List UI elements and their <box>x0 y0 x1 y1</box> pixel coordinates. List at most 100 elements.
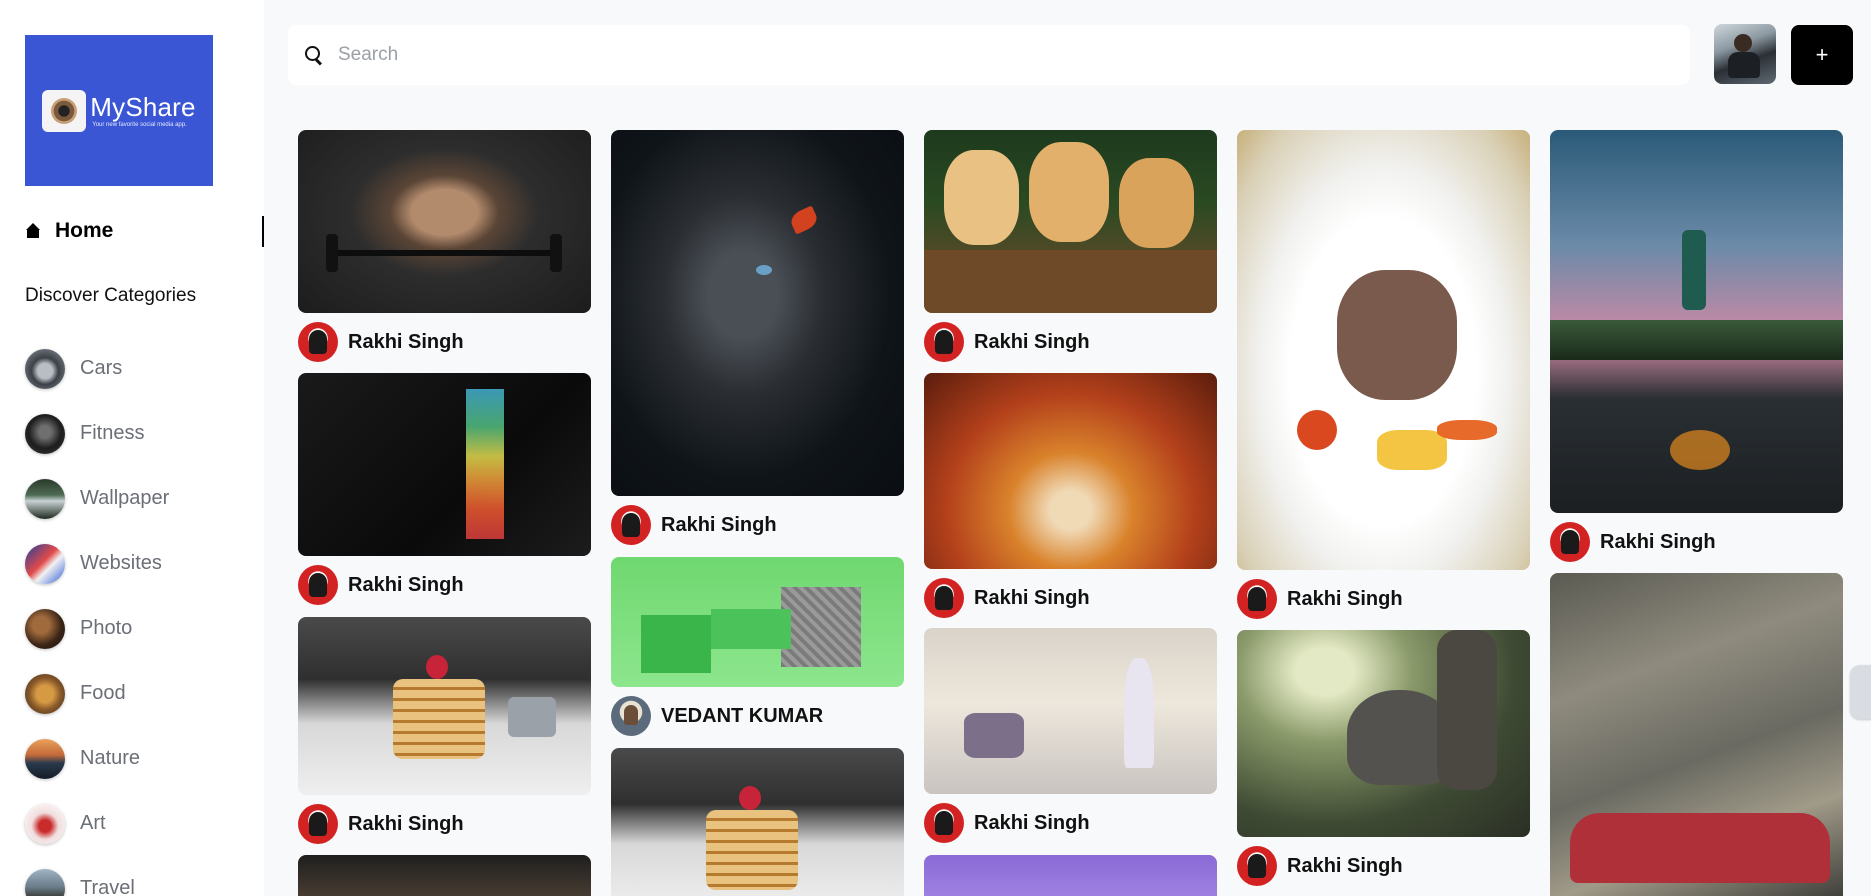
motivation-wallpaper-icon[interactable] <box>298 373 591 556</box>
3d-building-model-icon[interactable] <box>611 557 904 687</box>
pin-card[interactable]: Rakhi Singh <box>1237 630 1530 886</box>
category-item-websites[interactable]: Websites <box>25 531 169 596</box>
category-label: Nature <box>80 747 141 769</box>
puppies-photo-icon[interactable] <box>924 130 1217 313</box>
search-bar[interactable] <box>288 25 1690 85</box>
pin-author[interactable]: Rakhi Singh <box>611 505 904 545</box>
category-label: Websites <box>80 552 162 574</box>
category-label: Travel <box>80 877 135 896</box>
scroll-handle[interactable] <box>1850 665 1871 719</box>
category-label: Cars <box>80 357 123 379</box>
autumn-forest-photo-icon[interactable] <box>924 373 1217 569</box>
pin-author[interactable]: Rakhi Singh <box>1237 579 1530 619</box>
fitness-thumbnail-icon <box>25 413 65 454</box>
author-avatar-icon <box>924 803 964 843</box>
author-avatar-icon <box>924 578 964 618</box>
pin-author[interactable]: Rakhi Singh <box>298 322 591 362</box>
user-avatar[interactable] <box>1714 24 1776 84</box>
pin-card[interactable] <box>611 748 904 896</box>
pin-author[interactable]: Rakhi Singh <box>1237 846 1530 886</box>
travel-thumbnail-icon <box>25 868 65 896</box>
search-input[interactable] <box>338 44 1638 66</box>
cars-thumbnail-icon <box>25 348 65 389</box>
categories-heading: Discover Categories <box>25 285 197 306</box>
logo-tagline: Your new favorite social media app. <box>92 121 187 128</box>
food-photo-icon[interactable] <box>298 855 591 896</box>
pin-card[interactable]: Rakhi Singh <box>611 130 904 545</box>
category-item-art[interactable]: Art <box>25 791 169 856</box>
road-traveler-photo-icon[interactable] <box>1550 130 1843 513</box>
food-thumbnail-icon <box>25 673 65 714</box>
author-name: Rakhi Singh <box>348 812 464 835</box>
street-car-photo-icon[interactable] <box>1550 573 1843 896</box>
art-thumbnail-icon <box>25 803 65 844</box>
author-name: Rakhi Singh <box>1287 854 1403 877</box>
camera-icon <box>42 89 87 132</box>
author-avatar-icon <box>1550 522 1590 562</box>
pin-card[interactable] <box>298 855 591 896</box>
sidebar: MyShare Your new favorite social media a… <box>0 0 264 896</box>
category-item-nature[interactable]: Nature <box>25 726 169 791</box>
author-avatar-icon <box>298 322 338 362</box>
elephant-photo-icon[interactable] <box>1237 630 1530 837</box>
category-list: Cars Fitness Wallpaper Websites Photo Fo… <box>25 336 169 896</box>
author-name: Rakhi Singh <box>974 330 1090 353</box>
pin-card[interactable] <box>1550 573 1843 896</box>
author-name: VEDANT KUMAR <box>661 704 824 727</box>
pin-card[interactable]: Rakhi Singh <box>924 628 1217 843</box>
pin-author[interactable]: Rakhi Singh <box>298 565 591 605</box>
author-avatar-icon <box>298 804 338 844</box>
author-avatar-icon <box>1237 579 1277 619</box>
author-name: Rakhi Singh <box>1287 587 1403 610</box>
category-item-food[interactable]: Food <box>25 661 169 726</box>
pin-card[interactable]: Rakhi Singh <box>298 617 591 844</box>
bodybuilder-photo-icon[interactable] <box>298 130 591 313</box>
category-item-photo[interactable]: Photo <box>25 596 169 661</box>
pancakes-photo-icon[interactable] <box>298 617 591 795</box>
app-logo[interactable]: MyShare Your new favorite social media a… <box>25 35 213 186</box>
pancakes-photo-icon[interactable] <box>611 748 904 896</box>
author-avatar-icon <box>611 505 651 545</box>
lamb-chops-photo-icon[interactable] <box>1237 130 1530 570</box>
category-item-wallpaper[interactable]: Wallpaper <box>25 466 169 531</box>
category-item-fitness[interactable]: Fitness <box>25 401 169 466</box>
nav-home[interactable]: Home <box>25 216 264 247</box>
author-name: Rakhi Singh <box>348 573 464 596</box>
author-name: Rakhi Singh <box>1600 530 1716 553</box>
pin-author[interactable]: Rakhi Singh <box>924 578 1217 618</box>
pin-author[interactable]: VEDANT KUMAR <box>611 696 904 736</box>
active-indicator <box>262 216 264 247</box>
author-avatar-icon <box>611 696 651 736</box>
pin-author[interactable]: Rakhi Singh <box>924 322 1217 362</box>
add-pin-button[interactable]: + <box>1791 25 1853 85</box>
author-name: Rakhi Singh <box>974 811 1090 834</box>
pin-author[interactable]: Rakhi Singh <box>1550 522 1843 562</box>
fantasy-girl-clouds-icon[interactable] <box>924 628 1217 794</box>
pin-author[interactable]: Rakhi Singh <box>924 803 1217 843</box>
nature-thumbnail-icon <box>25 738 65 779</box>
purple-sky-photo-icon[interactable] <box>924 855 1217 896</box>
pin-card[interactable] <box>924 855 1217 896</box>
cat-butterfly-photo-icon[interactable] <box>611 130 904 496</box>
author-avatar-icon <box>1237 846 1277 886</box>
pin-card[interactable]: VEDANT KUMAR <box>611 557 904 736</box>
photo-thumbnail-icon <box>25 608 65 649</box>
logo-name: MyShare <box>90 91 196 122</box>
pin-card[interactable]: Rakhi Singh <box>1550 130 1843 562</box>
websites-thumbnail-icon <box>25 543 65 584</box>
author-avatar-icon <box>924 322 964 362</box>
category-item-travel[interactable]: Travel <box>25 856 169 896</box>
pin-card[interactable]: Rakhi Singh <box>924 130 1217 362</box>
author-name: Rakhi Singh <box>348 330 464 353</box>
pin-card[interactable]: Rakhi Singh <box>924 373 1217 618</box>
category-label: Fitness <box>80 422 145 444</box>
search-icon <box>304 45 324 65</box>
pin-card[interactable]: Rakhi Singh <box>298 373 591 605</box>
author-name: Rakhi Singh <box>974 586 1090 609</box>
home-icon <box>25 223 41 239</box>
category-item-cars[interactable]: Cars <box>25 336 169 401</box>
pin-author[interactable]: Rakhi Singh <box>298 804 591 844</box>
pin-card[interactable]: Rakhi Singh <box>298 130 591 362</box>
pin-card[interactable]: Rakhi Singh <box>1237 130 1530 619</box>
author-avatar-icon <box>298 565 338 605</box>
